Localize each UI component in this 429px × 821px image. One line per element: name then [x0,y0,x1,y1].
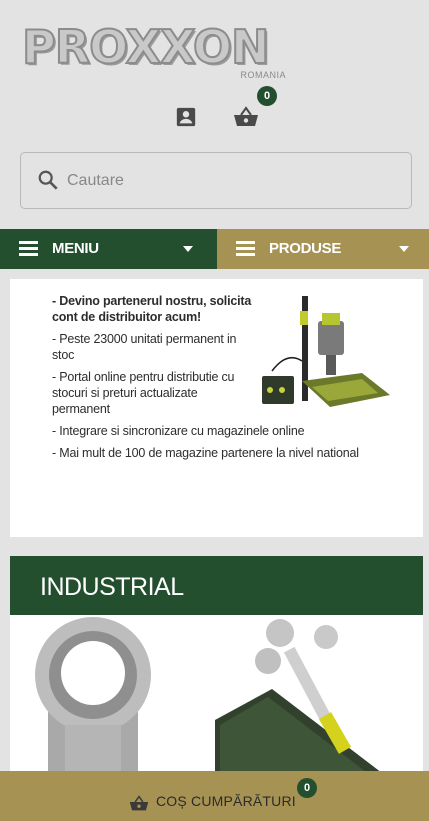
chevron-down-icon [399,246,409,252]
hamburger-icon [236,241,255,256]
header: PROXXON ROMANIA 0 [0,0,429,229]
products-button[interactable]: PRODUSE [217,229,429,269]
cart-label: COȘ CUMPĂRĂTURI [156,793,296,809]
category-title: INDUSTRIAL [40,573,184,601]
menu-button[interactable]: MENIU [0,229,217,269]
navbar: MENIU PRODUSE [0,229,429,269]
promo-item: - Portal online pentru distributie cu st… [52,370,235,416]
search-icon[interactable] [37,169,59,191]
shopping-cart-bar[interactable]: COȘ CUMPĂRĂTURI 0 [0,771,429,821]
basket-icon [129,795,149,811]
basket-icon[interactable] [233,106,259,128]
promo-text: - Devino partenerul nostru, solicita con… [52,293,359,467]
logo-subtitle: ROMANIA [240,70,286,80]
products-label: PRODUSE [269,240,342,257]
logo-text: PROXXON [21,20,270,74]
cart-count-badge[interactable]: 0 [257,86,277,106]
search-box [20,152,412,209]
distributor-promo[interactable]: - Devino partenerul nostru, solicita con… [10,279,423,537]
account-box-icon[interactable] [175,106,197,128]
category-header: INDUSTRIAL [10,556,423,615]
cart-count-badge: 0 [297,778,317,798]
proxxon-logo[interactable]: PROXXON ROMANIA [21,20,292,84]
search-input[interactable] [67,153,397,208]
menu-label: MENIU [52,240,99,257]
header-icons: 0 [175,86,277,134]
hamburger-icon [19,241,38,256]
promo-item: - Peste 23000 unitati permanent in stoc [52,332,237,362]
promo-item: - Mai mult de 100 de magazine partenere … [52,446,359,460]
chevron-down-icon [183,246,193,252]
promo-title: - Devino partenerul nostru, solicita con… [52,294,252,324]
drill-stand-image [262,296,390,407]
